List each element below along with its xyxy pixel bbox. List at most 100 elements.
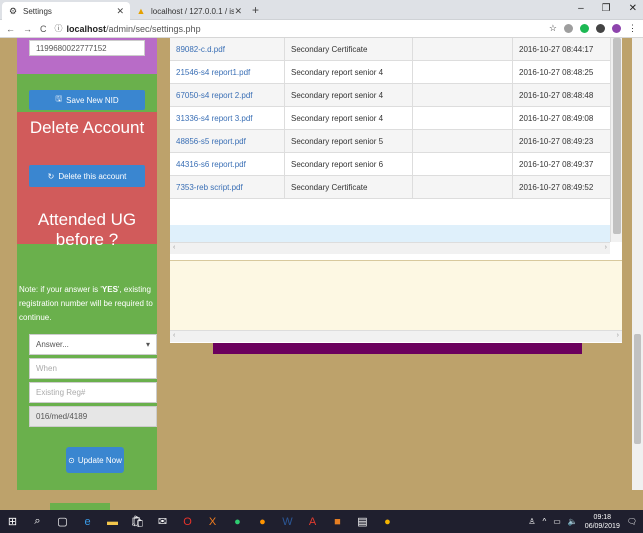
info-icon[interactable]: ⓘ <box>55 23 63 34</box>
system-tray: ♙ ^ ▭ 🔈 09:18 06/09/2019 🗨 <box>528 513 637 531</box>
scrollbar-thumb[interactable] <box>613 38 621 234</box>
file-link[interactable]: 31336-s4 report 3.pdf <box>170 107 285 129</box>
table-row: 89082-c.d.pdf Secondary Certificate 2016… <box>170 38 610 61</box>
close-tab-icon[interactable]: ✕ <box>234 6 242 17</box>
scroll-right-arrow-icon[interactable]: › <box>617 332 619 341</box>
volume-icon[interactable]: 🔈 <box>568 517 578 526</box>
table-row: 21546-s4 report1.pdf Secondary report se… <box>170 61 610 84</box>
clock[interactable]: 09:18 06/09/2019 <box>585 513 620 531</box>
file-link[interactable]: 7353-reb script.pdf <box>170 176 285 198</box>
bookmark-star-icon[interactable]: ☆ <box>549 23 557 34</box>
ug-title-line1: Attended UG <box>37 210 137 229</box>
back-arrow-icon[interactable]: ← <box>6 24 15 34</box>
firefox-icon[interactable]: ● <box>256 515 269 528</box>
existing-reg-field[interactable]: Existing Reg# <box>29 382 157 403</box>
note-prefix: Note: if your answer is ' <box>19 285 102 294</box>
store-icon[interactable]: 🛍 <box>131 515 145 528</box>
update-now-button[interactable]: ⊙ Update Now <box>66 447 124 473</box>
file-link[interactable]: 67050-s4 report 2.pdf <box>170 84 285 106</box>
tab-phpmyadmin[interactable]: ▲ localhost / 127.0.0.1 / ispgac_isp ✕ <box>130 2 248 20</box>
phpmyadmin-icon: ▲ <box>136 6 146 16</box>
opera-icon[interactable]: O <box>181 515 194 528</box>
when-field[interactable]: When <box>29 358 157 379</box>
xampp-icon[interactable]: X <box>206 515 219 528</box>
empty-cell <box>413 176 513 198</box>
extension-icon[interactable] <box>564 24 573 33</box>
settings-gear-icon: ⚙ <box>8 5 18 16</box>
scroll-left-arrow-icon[interactable]: ‹ <box>173 244 175 253</box>
page-vertical-scrollbar[interactable] <box>632 38 643 490</box>
pdf-reader-icon[interactable]: A <box>306 515 319 528</box>
answer-select[interactable]: Answer... ▾ <box>29 334 157 355</box>
chrome-icon[interactable]: ● <box>381 515 394 528</box>
edge-browser-icon[interactable]: e <box>81 515 94 528</box>
delete-button-label: Delete this account <box>58 171 127 181</box>
notifications-icon[interactable]: 🗨 <box>627 517 637 526</box>
maximize-icon[interactable]: ❐ <box>602 3 611 14</box>
minimize-icon[interactable]: – <box>578 3 584 14</box>
windows-start-icon[interactable]: ⊞ <box>6 515 19 528</box>
forward-arrow-icon[interactable]: → <box>23 24 32 34</box>
document-type: Secondary report senior 6 <box>285 153 413 175</box>
settings-sidebar: 1199680022777152 🖫 Save New NID Delete A… <box>17 38 157 490</box>
extension-icon[interactable] <box>580 24 589 33</box>
document-type: Secondary report senior 4 <box>285 61 413 83</box>
table-row: 67050-s4 report 2.pdf Secondary report s… <box>170 84 610 107</box>
upload-date: 2016-10-27 08:49:23 <box>519 136 594 146</box>
browser-toolbar: ← → C ⓘ localhost /admin/sec/settings.ph… <box>0 20 643 38</box>
file-link[interactable]: 89082-c.d.pdf <box>170 38 285 60</box>
search-icon[interactable]: ⌕ <box>31 515 44 528</box>
close-window-icon[interactable]: ✕ <box>629 3 637 14</box>
table-horizontal-scrollbar[interactable]: ‹ › <box>170 242 610 254</box>
refresh-icon: ↻ <box>47 171 55 181</box>
save-nid-button[interactable]: 🖫 Save New NID <box>29 90 145 110</box>
document-type: Secondary Certificate <box>285 38 413 60</box>
menu-kebab-icon[interactable]: ⋮ <box>628 23 637 34</box>
empty-cell <box>413 84 513 106</box>
browser-tab-bar: ⚙ Settings ✕ ▲ localhost / 127.0.0.1 / i… <box>0 0 643 20</box>
reg-number-field[interactable]: 016/med/4189 <box>29 406 157 427</box>
table-row: 7353-reb script.pdf Secondary Certificat… <box>170 176 610 199</box>
table-vertical-scrollbar[interactable] <box>610 38 622 242</box>
scroll-right-arrow-icon[interactable]: › <box>605 244 607 253</box>
reload-icon[interactable]: C <box>40 24 47 34</box>
nid-input[interactable]: 1199680022777152 <box>29 40 145 56</box>
task-view-icon[interactable]: ▢ <box>56 515 69 528</box>
word-icon[interactable]: W <box>281 515 294 528</box>
new-tab-button[interactable]: + <box>252 3 259 17</box>
address-bar[interactable]: ⓘ localhost /admin/sec/settings.php <box>55 23 549 34</box>
upload-date: 2016-10-27 08:49:52 <box>519 182 594 192</box>
tab-settings[interactable]: ⚙ Settings ✕ <box>2 2 130 20</box>
clock-time: 09:18 <box>593 513 612 521</box>
scroll-left-arrow-icon[interactable]: ‹ <box>173 332 175 341</box>
chevron-up-icon[interactable]: ^ <box>543 517 547 526</box>
mail-icon[interactable]: ✉ <box>156 515 169 528</box>
documents-table: 89082-c.d.pdf Secondary Certificate 2016… <box>170 38 610 199</box>
file-link[interactable]: 44316-s6 report.pdf <box>170 153 285 175</box>
tab-title: localhost / 127.0.0.1 / ispgac_isp <box>151 6 235 16</box>
delete-account-title: Delete Account <box>29 118 145 137</box>
app-icon[interactable]: ■ <box>331 515 344 528</box>
ug-note: Note: if your answer is 'YES', existing … <box>17 283 157 325</box>
people-icon[interactable]: ♙ <box>528 517 535 526</box>
url-path: /admin/sec/settings.php <box>106 23 201 34</box>
file-explorer-icon[interactable]: ▬ <box>106 515 119 528</box>
content-horizontal-scrollbar[interactable]: ‹ › <box>170 330 622 342</box>
upload-date: 2016-10-27 08:48:48 <box>519 90 594 100</box>
ug-title-line2: before ? <box>55 230 119 249</box>
battery-icon[interactable]: ▭ <box>553 517 561 526</box>
page-scrollbar-thumb[interactable] <box>634 334 641 444</box>
file-link[interactable]: 48856-s5 report.pdf <box>170 130 285 152</box>
image-viewer-icon[interactable]: ▤ <box>356 515 369 528</box>
extension-icon[interactable] <box>596 24 605 33</box>
close-tab-icon[interactable]: ✕ <box>116 6 124 17</box>
table-row: 44316-s6 report.pdf Secondary report sen… <box>170 153 610 176</box>
content-area <box>170 260 622 330</box>
empty-cell <box>413 130 513 152</box>
profile-avatar[interactable] <box>612 24 621 33</box>
delete-account-button[interactable]: ↻ Delete this account <box>29 165 145 187</box>
file-link[interactable]: 21546-s4 report1.pdf <box>170 61 285 83</box>
save-nid-label: Save New NID <box>66 95 119 105</box>
upload-date: 2016-10-27 08:44:17 <box>519 44 594 54</box>
app-icon[interactable]: ● <box>231 515 244 528</box>
